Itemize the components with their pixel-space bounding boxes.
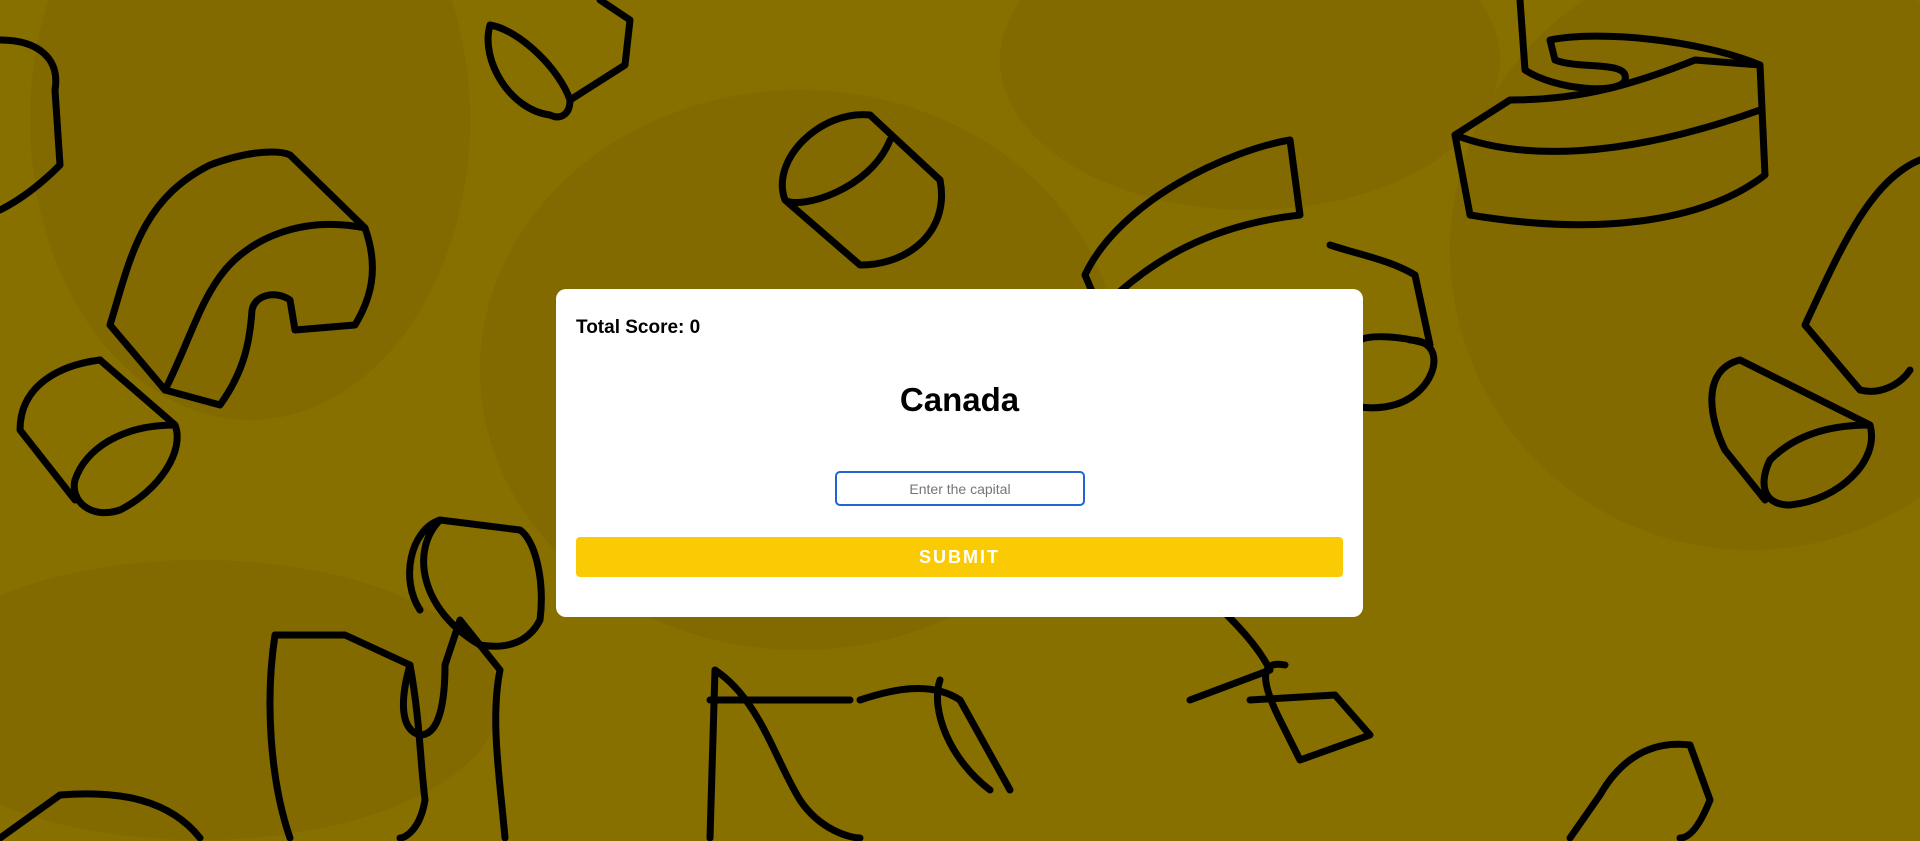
quiz-card: Total Score: 0 Canada SUBMIT	[556, 289, 1363, 617]
country-name: Canada	[899, 381, 1020, 418]
total-score: Total Score: 0	[576, 317, 701, 338]
submit-button[interactable]: SUBMIT	[576, 537, 1343, 577]
capital-input[interactable]	[835, 471, 1085, 506]
